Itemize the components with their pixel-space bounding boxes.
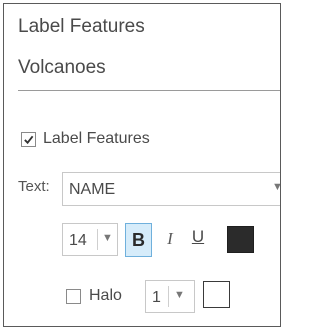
halo-color-swatch[interactable] [203,281,230,308]
italic-button[interactable]: I [162,229,178,251]
font-size-value: 14 [69,232,87,249]
halo-label: Halo [89,287,122,304]
chevron-down-icon: ▼ [102,232,113,244]
chevron-down-icon: ▼ [174,289,185,301]
divider [18,90,280,91]
underline-button[interactable]: U [188,227,208,251]
checkmark-icon [24,135,34,144]
label-features-panel: Label Features Volcanoes Label Features … [3,3,281,327]
label-features-checkbox-label: Label Features [43,130,150,147]
layer-name: Volcanoes [18,57,106,78]
chevron-down-icon: ▼ [272,181,280,193]
font-size-select[interactable]: 14 ▼ [62,223,118,256]
panel-title: Label Features [18,16,145,37]
select-separator [97,229,98,250]
halo-size-select[interactable]: 1 ▼ [145,280,195,313]
label-features-toggle[interactable]: Label Features [21,130,150,148]
bold-button[interactable]: B [125,223,152,257]
label-features-checkbox[interactable] [21,131,36,147]
select-separator [168,286,169,307]
text-field-select[interactable]: NAME ▼ [62,172,280,206]
halo-size-value: 1 [152,289,161,306]
text-field-label: Text: [18,178,50,195]
text-field-value: NAME [69,181,116,198]
halo-toggle[interactable]: Halo [66,287,122,305]
halo-checkbox[interactable] [66,288,81,304]
font-color-swatch[interactable] [227,226,254,253]
